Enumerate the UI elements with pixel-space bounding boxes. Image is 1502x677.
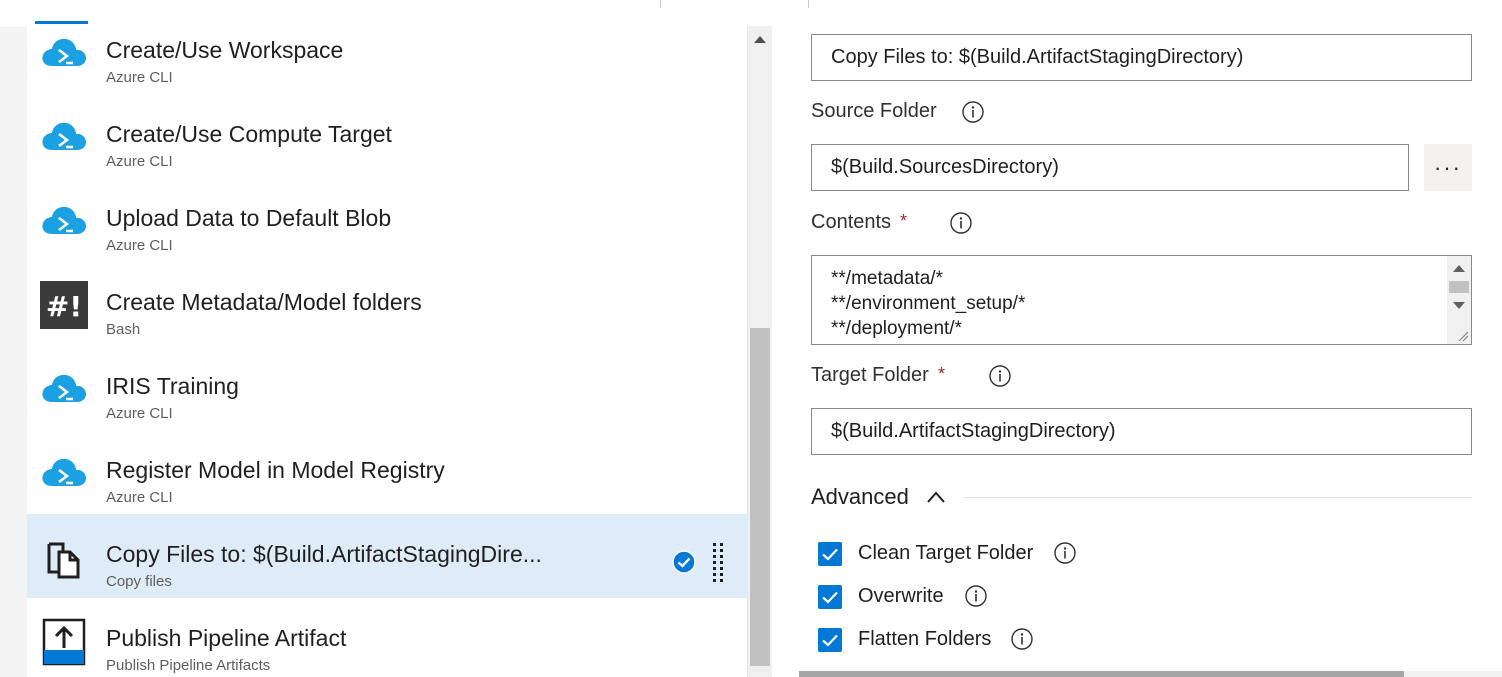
azure-cli-icon	[42, 122, 86, 150]
target-folder-input[interactable]: $(Build.ArtifactStagingDirectory)	[811, 408, 1472, 455]
checkbox-label: Overwrite	[858, 585, 944, 607]
checkbox-checked[interactable]	[818, 542, 842, 566]
advanced-section-toggle[interactable]: Advanced	[811, 484, 909, 510]
info-icon[interactable]	[965, 585, 987, 607]
target-folder-label: Target Folder	[811, 364, 929, 386]
checkbox-checked[interactable]	[818, 628, 842, 652]
azure-cli-icon	[42, 38, 86, 66]
azure-cli-icon	[42, 206, 86, 234]
section-divider	[963, 497, 1472, 498]
chevron-up-icon[interactable]	[926, 489, 946, 505]
contents-line: **/metadata/*	[831, 268, 943, 289]
task-name: Create Metadata/Model folders	[106, 289, 422, 315]
scroll-up-arrow-icon[interactable]	[1453, 265, 1465, 272]
task-name: Create/Use Workspace	[106, 37, 344, 63]
checkbox-label: Flatten Folders	[858, 628, 992, 650]
toolbar-divider	[808, 0, 809, 8]
checkbox-checked[interactable]	[818, 585, 842, 609]
active-tab-indicator	[35, 21, 88, 24]
info-icon[interactable]	[1054, 542, 1076, 564]
publish-artifact-icon	[42, 618, 86, 666]
azure-cli-icon	[42, 458, 86, 486]
task-item[interactable]: IRIS Training Azure CLI	[27, 346, 747, 430]
required-marker: *	[900, 211, 908, 231]
scrollbar-thumb[interactable]	[750, 328, 770, 666]
contents-label: Contents	[811, 211, 892, 233]
top-tab-bar	[0, 0, 1502, 27]
info-icon[interactable]	[1011, 628, 1033, 650]
task-type: Azure CLI	[106, 69, 173, 86]
info-icon[interactable]	[989, 365, 1011, 387]
source-folder-label: Source Folder	[811, 100, 937, 122]
task-type: Publish Pipeline Artifacts	[106, 657, 271, 674]
scrollbar-thumb[interactable]	[799, 671, 1404, 677]
scrollbar-thumb[interactable]	[1449, 281, 1469, 293]
task-name: IRIS Training	[106, 373, 239, 399]
source-folder-input[interactable]: $(Build.SourcesDirectory)	[811, 144, 1409, 191]
scroll-down-arrow-icon[interactable]	[1453, 302, 1465, 309]
task-item-selected[interactable]: Copy Files to: $(Build.ArtifactStagingDi…	[27, 514, 747, 598]
task-name: Copy Files to: $(Build.ArtifactStagingDi…	[106, 541, 542, 567]
contents-line: **/deployment/*	[831, 318, 962, 339]
bash-icon: #!	[40, 281, 88, 329]
drag-handle-icon[interactable]	[711, 541, 725, 585]
task-list: Create/Use Workspace Azure CLI Create/Us…	[27, 26, 747, 677]
checkbox-label: Clean Target Folder	[858, 542, 1034, 564]
toolbar-divider	[660, 0, 661, 8]
browse-button[interactable]: ···	[1424, 144, 1472, 191]
task-type: Azure CLI	[106, 489, 173, 506]
contents-textarea[interactable]: **/metadata/* **/environment_setup/* **/…	[811, 255, 1472, 345]
left-gutter	[0, 26, 28, 677]
task-type: Azure CLI	[106, 237, 173, 254]
task-type: Bash	[106, 321, 141, 338]
info-icon[interactable]	[962, 101, 984, 123]
scroll-up-arrow-icon[interactable]	[754, 36, 766, 43]
task-name: Publish Pipeline Artifact	[106, 625, 347, 651]
task-name: Create/Use Compute Target	[106, 121, 392, 147]
resize-grip-icon[interactable]	[1457, 330, 1469, 342]
display-name-input[interactable]: Copy Files to: $(Build.ArtifactStagingDi…	[811, 34, 1472, 81]
enabled-check-icon	[672, 550, 696, 574]
task-list-scrollbar[interactable]	[747, 26, 772, 677]
task-item[interactable]: Upload Data to Default Blob Azure CLI	[27, 178, 747, 262]
azure-cli-icon	[42, 374, 86, 402]
task-name: Upload Data to Default Blob	[106, 205, 392, 231]
task-item[interactable]: Create/Use Compute Target Azure CLI	[27, 94, 747, 178]
task-item[interactable]: #! Create Metadata/Model folders Bash	[27, 262, 747, 346]
task-item[interactable]: Create/Use Workspace Azure CLI	[27, 26, 747, 94]
task-type: Azure CLI	[106, 405, 173, 422]
contents-line: **/environment_setup/*	[831, 293, 1026, 314]
task-type: Copy files	[106, 573, 172, 590]
copy-files-icon	[47, 542, 80, 579]
task-type: Azure CLI	[106, 153, 173, 170]
task-item[interactable]: Register Model in Model Registry Azure C…	[27, 430, 747, 514]
task-item[interactable]: Publish Pipeline Artifact Publish Pipeli…	[27, 598, 747, 677]
task-name: Register Model in Model Registry	[106, 457, 445, 483]
required-marker: *	[938, 364, 946, 384]
horizontal-scrollbar[interactable]	[799, 671, 1502, 677]
info-icon[interactable]	[950, 212, 972, 234]
task-details-panel: Copy Files to: $(Build.ArtifactStagingDi…	[772, 26, 1502, 677]
svg-text:#!: #!	[46, 290, 82, 323]
